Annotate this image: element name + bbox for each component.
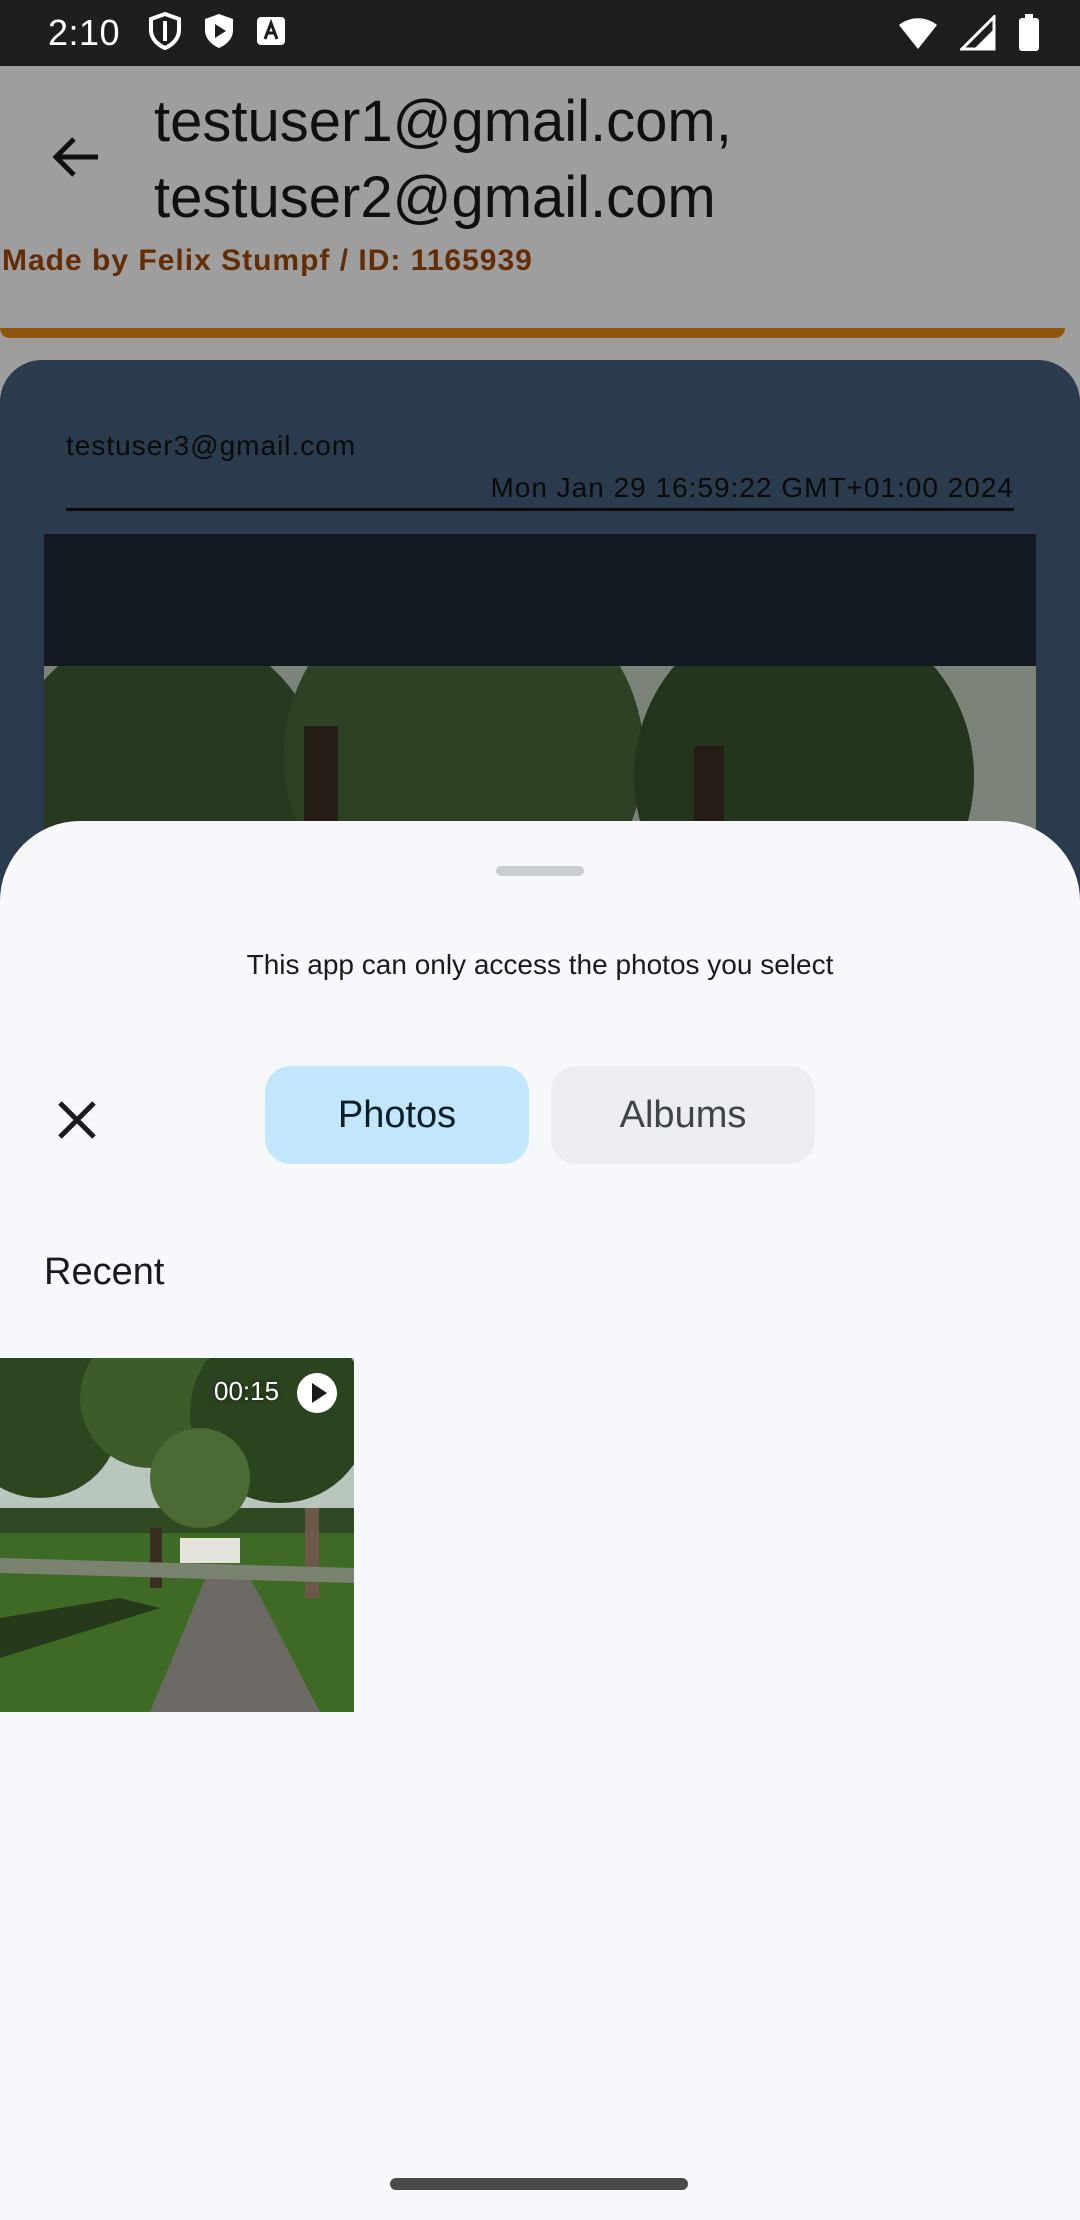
tab-albums-label: Albums bbox=[619, 1093, 747, 1136]
picker-subtitle: This app can only access the photos you … bbox=[246, 949, 834, 980]
status-right-icons bbox=[898, 13, 1040, 57]
tab-photos[interactable]: Photos bbox=[265, 1066, 529, 1164]
status-time: 2:10 bbox=[48, 12, 121, 53]
close-button[interactable] bbox=[48, 1091, 106, 1149]
battery-icon bbox=[1018, 14, 1040, 57]
tab-photos-label: Photos bbox=[337, 1093, 457, 1136]
tab-albums[interactable]: Albums bbox=[551, 1066, 815, 1164]
shield-play-icon bbox=[202, 12, 236, 55]
photo-picker-sheet: This app can only access the photos you … bbox=[0, 821, 1080, 2220]
media-thumbnail[interactable]: 00:15 bbox=[0, 1358, 354, 1712]
close-icon bbox=[58, 1101, 96, 1139]
font-a-icon bbox=[256, 16, 286, 51]
cell-signal-icon bbox=[958, 13, 996, 56]
play-icon bbox=[296, 1372, 338, 1414]
wifi-icon bbox=[898, 15, 938, 56]
status-left-icons bbox=[148, 11, 286, 55]
video-duration: 00:15 bbox=[214, 1376, 280, 1406]
section-title-recent: Recent bbox=[44, 1251, 165, 1293]
screen: 2:10 testuser1@gmail.com, testuser2@gmai… bbox=[0, 0, 1080, 2220]
status-bar: 2:10 bbox=[0, 0, 1080, 66]
vpn-shield-icon bbox=[148, 11, 182, 55]
drag-handle[interactable] bbox=[496, 866, 584, 876]
home-indicator[interactable] bbox=[390, 2178, 688, 2190]
